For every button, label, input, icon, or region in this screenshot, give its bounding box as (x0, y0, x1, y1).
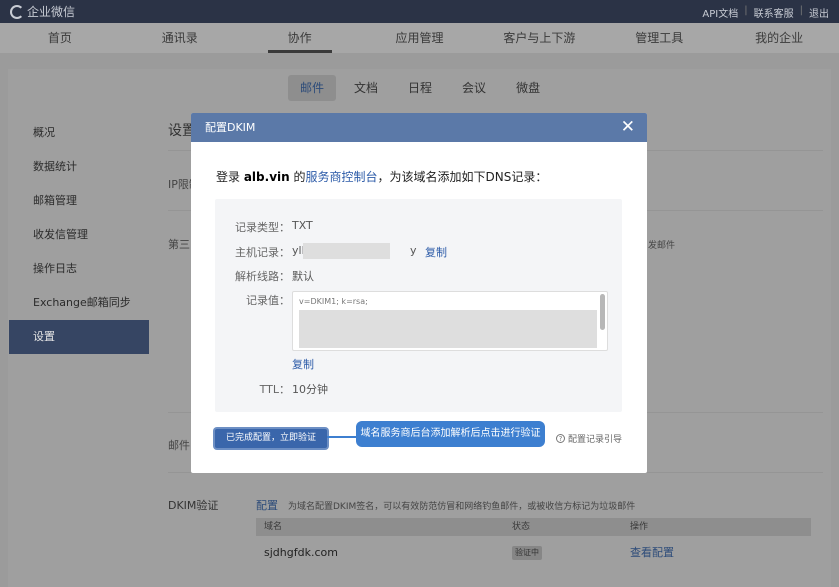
nav-collaboration[interactable]: 协作 (240, 23, 360, 53)
record-value-textarea[interactable]: v=DKIM1; k=rsa; (292, 291, 608, 351)
record-value-label: 记录值： (246, 294, 290, 307)
ttl-value: 10分钟 (292, 383, 328, 396)
host-record-label: 主机记录： (235, 246, 290, 259)
view-config-link[interactable]: 查看配置 (630, 546, 674, 559)
subtab-meeting[interactable]: 会议 (450, 75, 498, 101)
record-type-value: TXT (292, 219, 313, 232)
intro-prefix: 登录 (216, 170, 244, 184)
contact-support-link[interactable]: 联系客服 (754, 5, 794, 20)
nav-home[interactable]: 首页 (0, 23, 120, 53)
subtab-calendar[interactable]: 日程 (396, 75, 444, 101)
ttl-label: TTL： (259, 383, 290, 396)
separator: | (744, 5, 748, 16)
record-value-mask (299, 310, 597, 348)
dialog-title: 配置DKIM (205, 121, 256, 134)
resolve-line-value: 默认 (292, 270, 314, 283)
callout-connector (327, 436, 357, 438)
dkim-label: DKIM验证 (168, 499, 219, 512)
sidebar-item-mailbox[interactable]: 邮箱管理 (9, 184, 149, 218)
dns-record-box: 记录类型： TXT 主机记录： yll y 复制 解析线路： 默认 记录值： v… (215, 199, 622, 412)
dkim-config-dialog: 配置DKIM ✕ 登录 alb.vin 的服务商控制台，为该域名添加如下DNS记… (191, 113, 647, 473)
table-header: 域名 状态 操作 (256, 518, 811, 536)
sidebar-item-send-receive[interactable]: 收发信管理 (9, 218, 149, 252)
top-bar: 企业微信 API文档 | 联系客服 | 退出 (0, 0, 839, 23)
wecom-logo-icon (10, 4, 24, 19)
config-guide-link[interactable]: ? 配置记录引导 (556, 432, 622, 445)
nav-customers[interactable]: 客户与上下游 (479, 23, 599, 53)
copy-host-link[interactable]: 复制 (425, 244, 447, 260)
close-icon[interactable]: ✕ (621, 113, 635, 142)
sub-tabs: 邮件 文档 日程 会议 微盘 (288, 75, 552, 101)
dkim-description: 为域名配置DKIM签名，可以有效防范仿冒和网络钓鱼邮件，或被收信方标记为垃圾邮件 (288, 502, 636, 512)
resolve-line-label: 解析线路： (235, 270, 290, 283)
instruction-callout: 域名服务商后台添加解析后点击进行验证 (356, 421, 545, 447)
logo-text: 企业微信 (27, 5, 76, 19)
intro-suffix: ，为该域名添加如下DNS记录： (377, 170, 548, 184)
third-party-label: 第三 (168, 238, 190, 251)
subtab-mail[interactable]: 邮件 (288, 75, 337, 101)
nav-tools[interactable]: 管理工具 (599, 23, 719, 53)
col-action: 操作 (630, 522, 649, 532)
domain-table: 域名 状态 操作 sjdhgfdk.com 验证中 查看配置 (256, 518, 811, 570)
nav-my-company[interactable]: 我的企业 (719, 23, 839, 53)
dialog-intro: 登录 alb.vin 的服务商控制台，为该域名添加如下DNS记录： (216, 168, 547, 185)
nav-apps[interactable]: 应用管理 (360, 23, 480, 53)
action-cell: 查看配置 (618, 536, 811, 570)
subtab-docs[interactable]: 文档 (342, 75, 390, 101)
copy-value-link[interactable]: 复制 (292, 356, 314, 372)
guide-text: 配置记录引导 (568, 435, 623, 445)
host-record-suffix: y (410, 244, 417, 257)
provider-console-link[interactable]: 服务商控制台 (306, 170, 378, 184)
status-cell: 验证中 (506, 536, 618, 570)
logo[interactable]: 企业微信 (10, 3, 75, 20)
host-record-mask (303, 243, 390, 259)
dkim-config-link[interactable]: 配置 (256, 497, 278, 513)
sidebar-item-statistics[interactable]: 数据统计 (9, 150, 149, 184)
api-docs-link[interactable]: API文档 (702, 5, 738, 20)
sidebar-item-logs[interactable]: 操作日志 (9, 252, 149, 286)
sidebar-item-overview[interactable]: 概况 (9, 116, 149, 150)
separator: | (799, 5, 803, 16)
sidebar-item-settings[interactable]: 设置 (9, 320, 149, 354)
domain-cell: sjdhgfdk.com (264, 546, 338, 559)
top-links: API文档 | 联系客服 | 退出 (702, 5, 829, 20)
mail-label: 邮件 (168, 439, 190, 452)
dialog-header: 配置DKIM ✕ (191, 113, 647, 142)
logout-link[interactable]: 退出 (809, 5, 829, 20)
subtab-drive[interactable]: 微盘 (504, 75, 552, 101)
textarea-scrollbar[interactable] (600, 294, 605, 330)
sidebar-item-exchange[interactable]: Exchange邮箱同步 (9, 286, 149, 320)
nav-contacts[interactable]: 通讯录 (120, 23, 240, 53)
col-status: 状态 (512, 522, 531, 532)
sidebar: 概况 数据统计 邮箱管理 收发信管理 操作日志 Exchange邮箱同步 设置 (9, 116, 149, 354)
intro-mid: 的 (289, 170, 306, 184)
record-value-text: v=DKIM1; k=rsa; (299, 297, 368, 306)
verify-now-button[interactable]: 已完成配置，立即验证 (215, 429, 327, 448)
question-icon: ? (556, 434, 565, 443)
table-row: sjdhgfdk.com 验证中 查看配置 (256, 536, 811, 570)
record-type-label: 记录类型： (235, 221, 290, 234)
main-nav: 首页 通讯录 协作 应用管理 客户与上下游 管理工具 我的企业 (0, 23, 839, 53)
status-badge: 验证中 (512, 546, 542, 560)
col-domain: 域名 (264, 522, 283, 532)
intro-domain: alb.vin (243, 170, 290, 184)
right-note: 发邮件 (648, 241, 676, 251)
